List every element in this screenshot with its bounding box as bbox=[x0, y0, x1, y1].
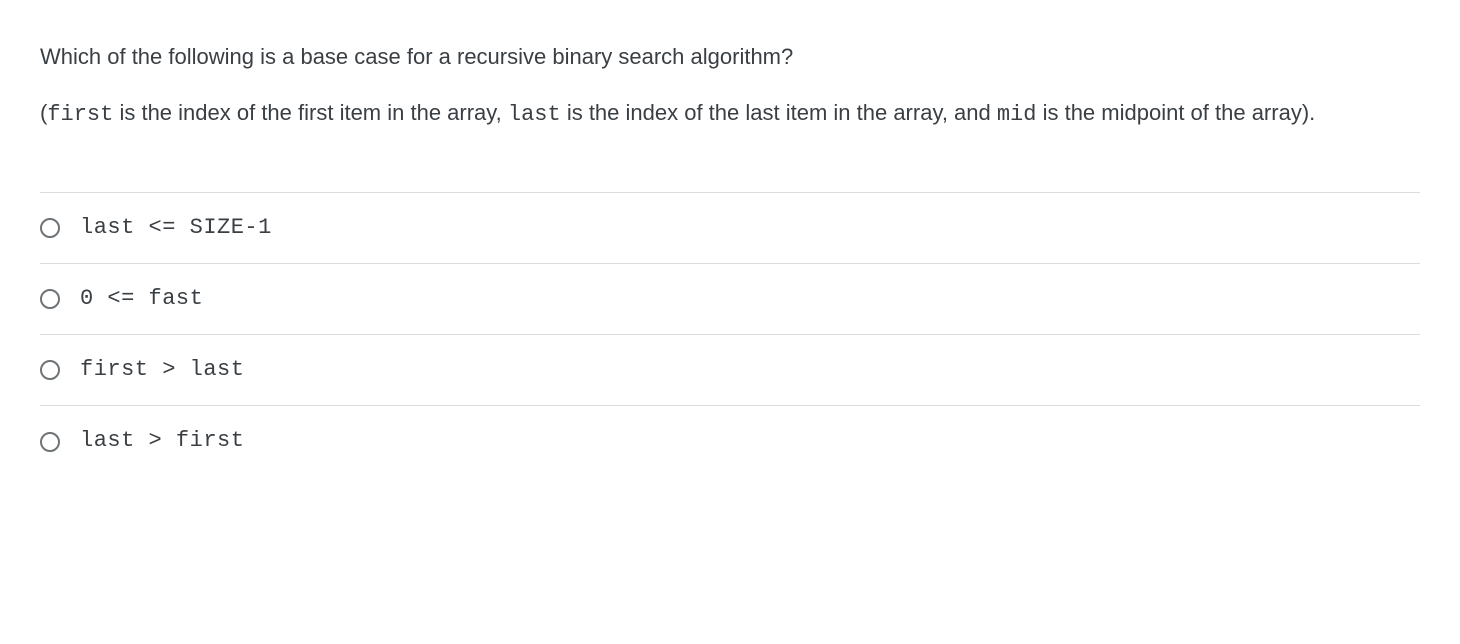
code-mid: mid bbox=[997, 102, 1037, 127]
option-3[interactable]: first > last bbox=[40, 334, 1420, 405]
option-3-label: first > last bbox=[80, 353, 244, 387]
question-stem: Which of the following is a base case fo… bbox=[40, 40, 1420, 132]
option-1[interactable]: last <= SIZE-1 bbox=[40, 192, 1420, 263]
question-line-1: Which of the following is a base case fo… bbox=[40, 40, 1420, 74]
text-post: is the midpoint of the array). bbox=[1036, 100, 1315, 125]
option-2[interactable]: 0 <= fast bbox=[40, 263, 1420, 334]
code-last: last bbox=[508, 102, 561, 127]
radio-icon bbox=[40, 360, 60, 380]
code-first: first bbox=[47, 102, 113, 127]
option-1-label: last <= SIZE-1 bbox=[80, 211, 272, 245]
option-4[interactable]: last > first bbox=[40, 405, 1420, 476]
radio-icon bbox=[40, 289, 60, 309]
option-4-label: last > first bbox=[80, 424, 244, 458]
option-2-label: 0 <= fast bbox=[80, 282, 203, 316]
options-list: last <= SIZE-1 0 <= fast first > last la… bbox=[40, 192, 1420, 476]
text-mid-2: is the index of the last item in the arr… bbox=[561, 100, 997, 125]
radio-icon bbox=[40, 432, 60, 452]
radio-icon bbox=[40, 218, 60, 238]
question-line-2: (first is the index of the first item in… bbox=[40, 96, 1420, 132]
text-mid-1: is the index of the first item in the ar… bbox=[113, 100, 508, 125]
